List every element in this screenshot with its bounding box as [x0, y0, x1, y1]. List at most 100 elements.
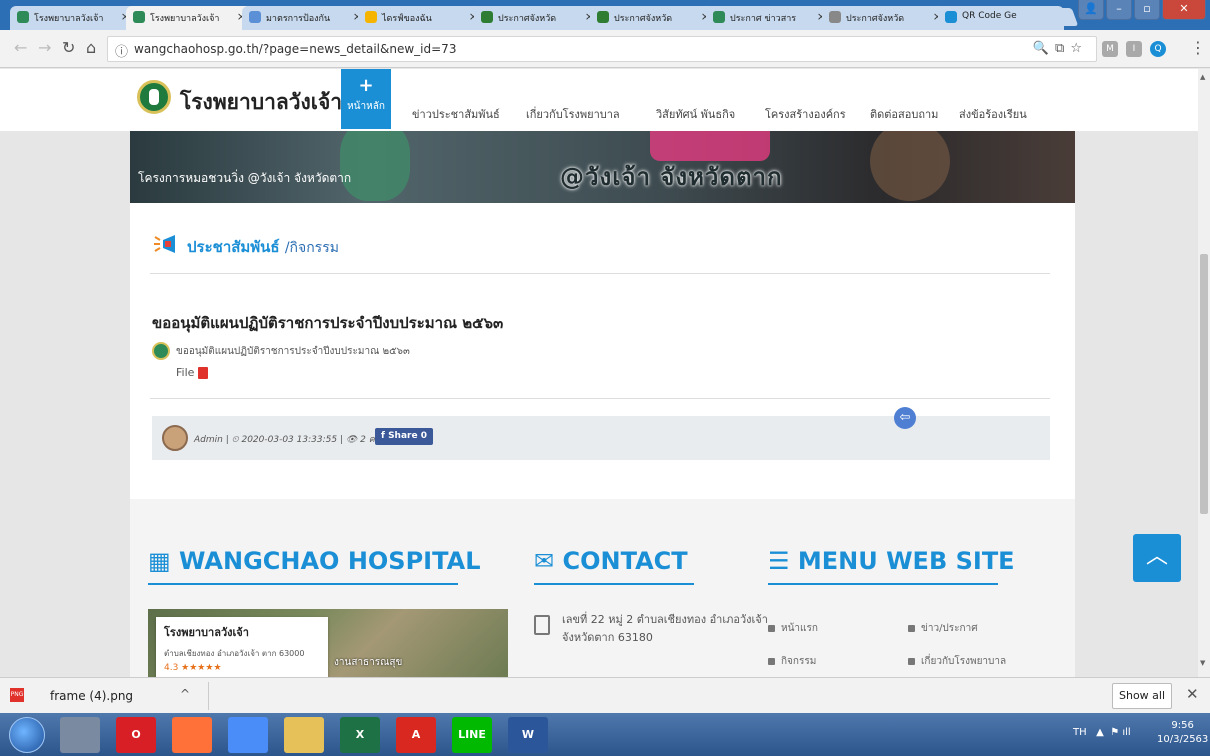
nav-home[interactable]: + หน้าหลัก — [341, 69, 391, 129]
section-subtitle[interactable]: /กิจกรรม — [285, 240, 339, 256]
new-tab-button[interactable] — [1043, 8, 1079, 26]
browser-toolbar: ← → ↻ ⌂ ⓘ wangchaohosp.go.th/?page=news_… — [0, 30, 1210, 68]
browser-tab[interactable]: ไดรฟ์ของฉัน× — [358, 6, 484, 30]
taskbar-app-icon[interactable] — [172, 717, 212, 753]
megaphone-icon — [154, 235, 175, 253]
taskbar-app-icon[interactable] — [284, 717, 324, 753]
close-icon[interactable]: ✕ — [1186, 685, 1199, 703]
taskbar-app-icon[interactable]: LINE — [452, 717, 492, 753]
browser-tab[interactable]: มาตรการป้องกัน× — [242, 6, 368, 30]
facebook-share-button[interactable]: f Share 0 — [375, 428, 433, 445]
browser-tab[interactable]: โรงพยาบาลวังเจ้า× — [10, 6, 136, 30]
footer-menu-link-home[interactable]: หน้าแรก — [768, 621, 818, 636]
taskbar-app-icon[interactable] — [228, 717, 268, 753]
plus-icon: + — [358, 75, 374, 96]
start-button[interactable] — [9, 717, 45, 753]
minimize-button[interactable]: – — [1106, 0, 1132, 20]
taskbar-app-icon[interactable] — [60, 717, 100, 753]
browser-tab[interactable]: โรงพยาบาลวังเจ้า× — [126, 6, 252, 30]
tray-icons[interactable]: ▲ ⚑ ıll — [1090, 727, 1131, 738]
divider — [150, 398, 1050, 399]
banner-image: โครงการหมอชวนวิ่ง @วังเจ้า จังหวัดตาก @ว… — [130, 131, 1075, 203]
reload-icon[interactable]: ↻ — [62, 38, 75, 57]
show-all-button[interactable]: Show all — [1112, 683, 1172, 709]
map-place-rating: 4.3 ★★★★★ — [164, 663, 222, 673]
extension-i-icon[interactable]: I — [1126, 41, 1142, 57]
taskbar-app-icon[interactable]: X — [340, 717, 380, 753]
pdf-icon[interactable] — [198, 367, 209, 379]
camera-icon — [768, 657, 775, 665]
tab-label: QR Code Ge — [962, 11, 1017, 21]
footer-menu-link-news[interactable]: ข่าว/ประกาศ — [908, 621, 978, 636]
taskbar-app-icon[interactable]: W — [508, 717, 548, 753]
page-scrollbar[interactable]: ▲ ▼ — [1198, 69, 1210, 677]
section-title[interactable]: ประชาสัมพันธ์ — [187, 238, 280, 256]
site-header: โรงพยาบาลวังเจ้า + หน้าหลัก ข่าวประชาสัม… — [0, 69, 1198, 131]
back-arrow-icon[interactable]: ← — [14, 38, 27, 57]
map-info-card[interactable]: โรงพยาบาลวังเจ้า ตำบลเชียงทอง อำเภอวังเจ… — [156, 617, 328, 677]
browser-tab[interactable]: ประกาศจังหวัด× — [474, 6, 600, 30]
browser-tab[interactable]: ประกาศ ข่าวสาร× — [706, 6, 832, 30]
address-bar[interactable]: ⓘ wangchaohosp.go.th/?page=news_detail&n… — [107, 36, 1097, 62]
nav-item-news[interactable]: ข่าวประชาสัมพันธ์ — [412, 105, 500, 123]
site-info-icon[interactable]: ⓘ — [115, 41, 128, 60]
tab-label: มาตรการป้องกัน — [266, 14, 331, 24]
close-window-button[interactable]: ✕ — [1162, 0, 1206, 20]
file-attachment[interactable]: File — [176, 366, 209, 379]
menu-link-label: ข่าว/ประกาศ — [921, 623, 978, 634]
scroll-up-icon[interactable]: ▲ — [1200, 73, 1205, 81]
scroll-down-icon[interactable]: ▼ — [1200, 659, 1205, 667]
menu-link-label: กิจกรรม — [781, 656, 817, 667]
menu-link-label: หน้าแรก — [781, 623, 818, 634]
nav-item-complaint[interactable]: ส่งข้อร้องเรียน — [959, 105, 1027, 123]
google-map[interactable]: โรงพยาบาลวังเจ้า ตำบลเชียงทอง อำเภอวังเจ… — [148, 609, 508, 677]
nav-item-structure[interactable]: โครงสร้างองค์กร — [765, 105, 846, 123]
map-place-address: ตำบลเชียงทอง อำเภอวังเจ้า ตาก 63000 — [164, 649, 305, 658]
extension-m-icon[interactable]: M — [1102, 41, 1118, 57]
article-card: ประชาสัมพันธ์ /กิจกรรม ขออนุมัติแผนปฏิบั… — [130, 203, 1075, 499]
taskbar-app-icon[interactable]: O — [116, 717, 156, 753]
windows-taskbar: O X A LINE W TH ▲ ⚑ ıll 9:56 10/3/2563 — [0, 713, 1210, 756]
taskbar-app-icon[interactable]: A — [396, 717, 436, 753]
forward-arrow-icon[interactable]: → — [38, 38, 51, 57]
building-icon: ▦ — [148, 547, 180, 575]
clock-date: 10/3/2563 — [1157, 734, 1209, 745]
scrollbar-thumb[interactable] — [1200, 254, 1208, 514]
tab-label: โรงพยาบาลวังเจ้า — [34, 14, 104, 24]
footer-menu-link-about[interactable]: เกี่ยวกับโรงพยาบาล — [908, 654, 1006, 669]
download-filename[interactable]: frame (4).png — [50, 689, 133, 703]
tab-label: โรงพยาบาลวังเจ้า — [150, 14, 220, 24]
nav-item-contact[interactable]: ติดต่อสอบถาม — [870, 105, 938, 123]
browser-tab[interactable]: ประกาศจังหวัด× — [590, 6, 716, 30]
extension-q-icon[interactable]: Q — [1150, 41, 1166, 57]
news-icon — [908, 624, 915, 632]
map-place-name: โรงพยาบาลวังเจ้า — [164, 626, 249, 639]
hospital-logo-icon[interactable] — [137, 80, 171, 114]
back-circle-button[interactable]: ⇦ — [894, 407, 916, 429]
menu-kebab-icon[interactable]: ⋮ — [1190, 38, 1206, 57]
footer-rule — [768, 583, 998, 585]
envelope-icon: ✉ — [534, 547, 563, 575]
tab-favicon-icon — [945, 11, 957, 23]
taskbar-clock[interactable]: 9:56 10/3/2563 — [1157, 719, 1208, 747]
home-icon[interactable]: ⌂ — [86, 38, 96, 57]
page-viewport: โรงพยาบาลวังเจ้า + หน้าหลัก ข่าวประชาสัม… — [0, 69, 1198, 677]
tab-favicon-icon — [249, 11, 261, 23]
user-profile-button[interactable]: 👤 — [1078, 0, 1104, 20]
browser-tab[interactable]: ประกาศจังหวัด× — [822, 6, 948, 30]
chevron-up-icon[interactable]: ^ — [180, 687, 190, 701]
site-logo-text[interactable]: โรงพยาบาลวังเจ้า — [180, 86, 342, 119]
language-indicator[interactable]: TH — [1073, 727, 1087, 738]
omnibox-icons[interactable]: 🔍⧉☆ — [1033, 41, 1088, 56]
nav-item-about[interactable]: เกี่ยวกับโรงพยาบาล — [526, 105, 620, 123]
banner-figure — [870, 131, 950, 201]
maximize-button[interactable]: ▫ — [1134, 0, 1160, 20]
footer-rule — [534, 583, 694, 585]
nav-home-label: หน้าหลัก — [347, 101, 385, 112]
footer-menu-link-activity[interactable]: กิจกรรม — [768, 654, 816, 669]
tab-favicon-icon — [17, 11, 29, 23]
scroll-to-top-button[interactable]: ︿ — [1133, 534, 1181, 582]
nav-item-vision[interactable]: วิสัยทัศน์ พันธกิจ — [656, 105, 735, 123]
contact-address: เลขที่ 22 หมู่ 2 ตำบลเชียงทอง อำเภอวังเจ… — [562, 613, 768, 644]
tab-label: ประกาศ ข่าวสาร — [730, 14, 797, 24]
